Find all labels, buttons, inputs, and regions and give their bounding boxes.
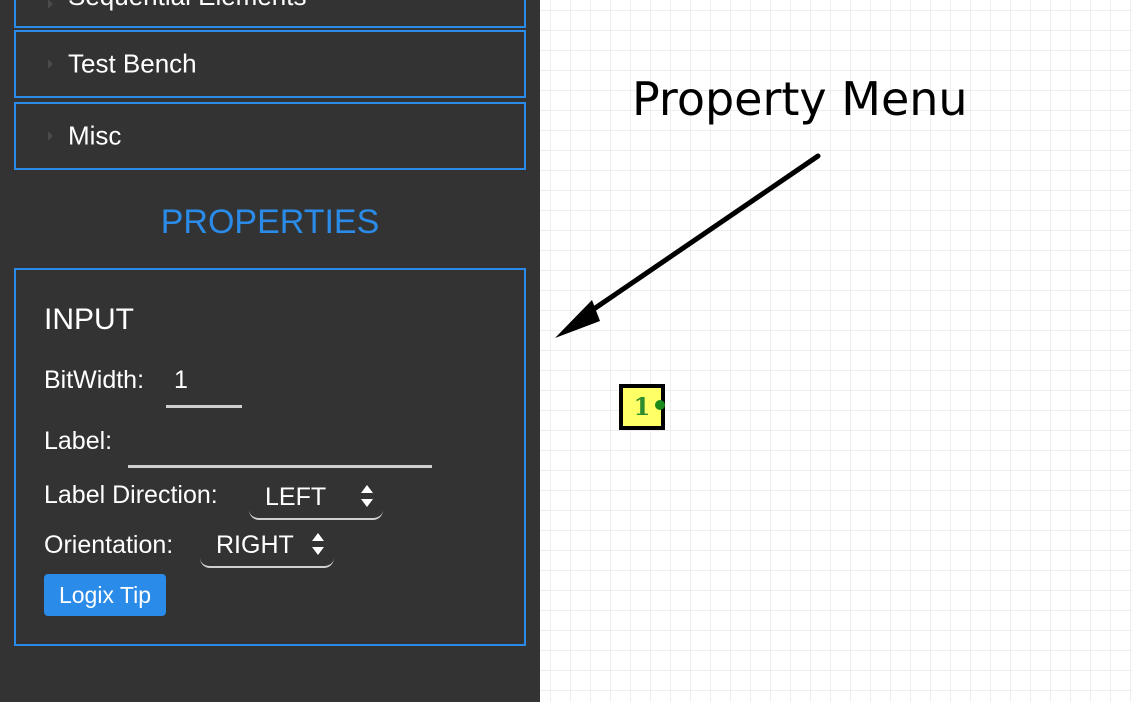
bitwidth-input[interactable]: 1 xyxy=(166,362,242,408)
annotation-arrow-icon xyxy=(555,153,821,338)
arrow-head xyxy=(555,300,600,338)
updown-arrows-icon xyxy=(361,485,373,507)
arrow-shaft xyxy=(585,153,821,316)
label-label: Label: xyxy=(44,427,113,455)
category-sequential-elements[interactable]: Sequential Elements xyxy=(14,0,526,28)
bitwidth-label: BitWidth: xyxy=(44,366,145,394)
expand-triangle-icon xyxy=(48,59,53,69)
orientation-label: Orientation: xyxy=(44,531,174,559)
sidebar: Sequential Elements Test Bench Misc PROP… xyxy=(0,0,540,702)
properties-title: PROPERTIES xyxy=(160,203,380,241)
label-direction-select[interactable]: LEFT xyxy=(249,474,383,520)
label-direction-label: Label Direction: xyxy=(44,481,218,509)
orientation-select[interactable]: RIGHT xyxy=(200,522,334,568)
updown-arrows-icon xyxy=(312,533,324,555)
label-direction-value: LEFT xyxy=(265,483,327,511)
circuit-canvas[interactable]: Property Menu 1 xyxy=(540,0,1132,702)
element-title: INPUT xyxy=(44,303,134,336)
output-port-dot[interactable] xyxy=(655,400,665,410)
category-label: Sequential Elements xyxy=(68,0,306,12)
logix-tip-button[interactable]: Logix Tip xyxy=(44,574,166,616)
expand-triangle-icon xyxy=(48,131,53,141)
properties-panel: INPUT BitWidth: 1 Label: Label Direction… xyxy=(14,268,526,646)
category-label: Misc xyxy=(68,120,122,151)
category-label: Test Bench xyxy=(68,48,197,79)
label-input[interactable] xyxy=(128,420,432,468)
orientation-value: RIGHT xyxy=(216,531,294,559)
category-misc[interactable]: Misc xyxy=(14,102,526,170)
expand-triangle-icon xyxy=(48,0,53,9)
category-test-bench[interactable]: Test Bench xyxy=(14,30,526,98)
